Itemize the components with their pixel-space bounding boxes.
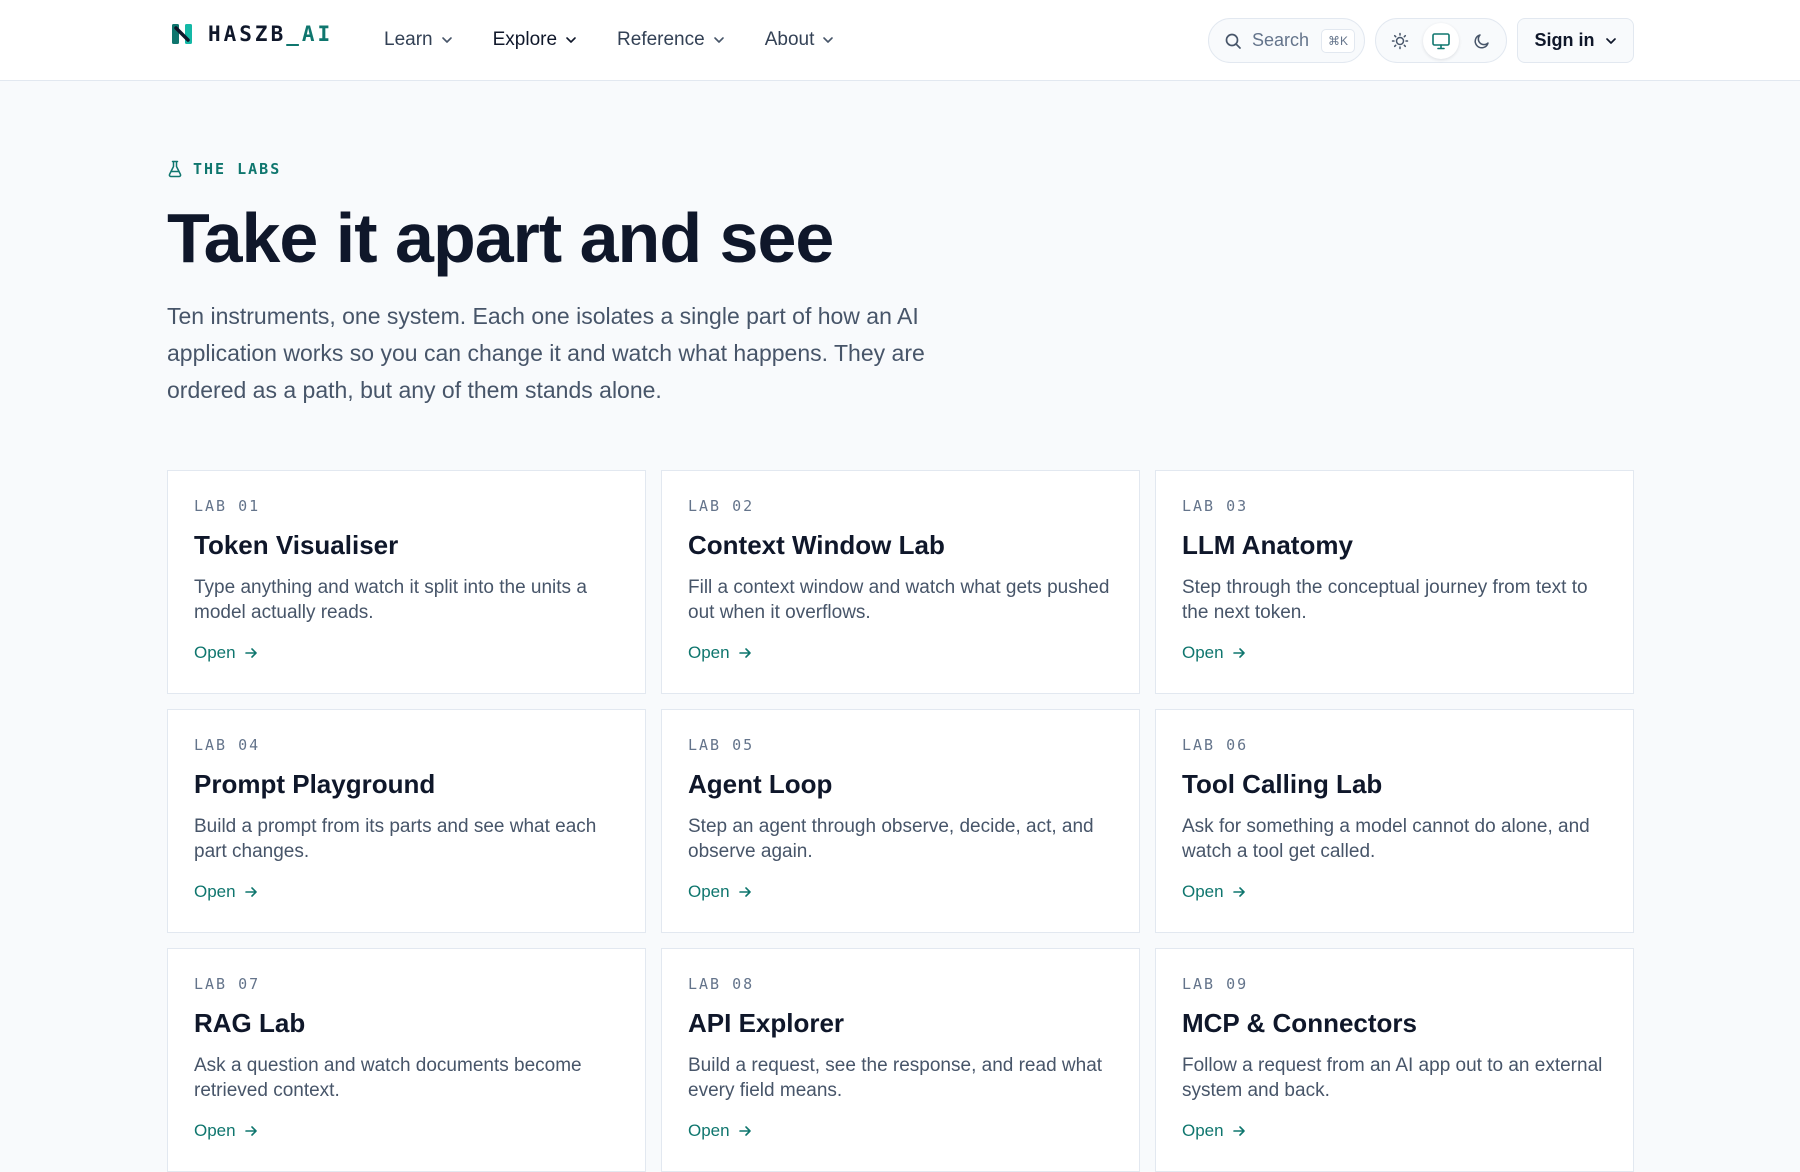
search-icon: [1225, 33, 1241, 49]
search-label: Search: [1252, 30, 1310, 50]
lab-description: Type anything and watch it split into th…: [194, 577, 587, 623]
lab-title: Token Visualiser: [194, 530, 399, 560]
lab-card[interactable]: LAB 05 Agent Loop Step an agent through …: [661, 709, 1140, 933]
lab-card[interactable]: LAB 02 Context Window Lab Fill a context…: [661, 470, 1140, 694]
lab-open-link[interactable]: Open: [1182, 1121, 1246, 1141]
lab-card[interactable]: LAB 03 LLM Anatomy Step through the conc…: [1155, 470, 1634, 694]
page-title: Take it apart and see: [167, 199, 834, 277]
chevron-down-icon: [1605, 37, 1616, 44]
lab-card[interactable]: LAB 01 Token Visualiser Type anything an…: [167, 470, 646, 694]
lab-description: Fill a context window and watch what get…: [688, 577, 1110, 623]
lab-card[interactable]: LAB 09 MCP & Connectors Follow a request…: [1155, 948, 1634, 1172]
lab-number: LAB 02: [688, 497, 755, 515]
lab-card[interactable]: LAB 08 API Explorer Build a request, see…: [661, 948, 1140, 1172]
lab-number: LAB 07: [194, 975, 261, 993]
lab-title: Tool Calling Lab: [1182, 769, 1383, 799]
nav-explore[interactable]: Explore: [493, 29, 577, 51]
lab-description: Build a prompt from its parts and see wh…: [194, 816, 597, 862]
theme-system-button[interactable]: [1422, 22, 1459, 59]
arrow-right-icon: [1232, 1126, 1245, 1136]
lab-open-link[interactable]: Open: [194, 1121, 258, 1141]
lab-card[interactable]: LAB 07 RAG Lab Ask a question and watch …: [167, 948, 646, 1172]
lab-title: LLM Anatomy: [1182, 530, 1353, 560]
lab-open-link[interactable]: Open: [1182, 643, 1246, 663]
chevron-down-icon: [713, 37, 724, 43]
search-shortcut: ⌘K: [1321, 28, 1356, 53]
lab-open-link[interactable]: Open: [688, 1121, 752, 1141]
lab-title: Agent Loop: [688, 769, 833, 799]
lab-card[interactable]: LAB 04 Prompt Playground Build a prompt …: [167, 709, 646, 933]
lab-open-link[interactable]: Open: [688, 882, 752, 902]
lab-description: Step an agent through observe, decide, a…: [688, 816, 1094, 862]
theme-switcher: [1375, 18, 1507, 63]
logo-text: HASZB_AI: [208, 22, 334, 46]
chevron-down-icon: [441, 37, 452, 43]
lab-title: API Explorer: [688, 1008, 845, 1038]
arrow-right-icon: [1232, 648, 1245, 658]
lab-number: LAB 06: [1182, 736, 1249, 754]
lab-number: LAB 04: [194, 736, 261, 754]
lab-card[interactable]: LAB 06 Tool Calling Lab Ask for somethin…: [1155, 709, 1634, 933]
chevron-down-icon: [566, 37, 576, 43]
logo-mark-icon: [172, 24, 192, 44]
lab-title: MCP & Connectors: [1182, 1008, 1417, 1038]
lab-open-link[interactable]: Open: [688, 643, 752, 663]
arrow-right-icon: [244, 1126, 257, 1136]
theme-dark-button[interactable]: [1464, 23, 1500, 59]
nav-about[interactable]: About: [765, 29, 835, 51]
lab-number: LAB 01: [194, 497, 261, 515]
dark-mode-icon: [1474, 33, 1489, 49]
lab-number: LAB 05: [688, 736, 755, 754]
lab-open-link[interactable]: Open: [194, 643, 258, 663]
arrow-right-icon: [738, 1126, 751, 1136]
arrow-right-icon: [738, 887, 751, 897]
system-mode-icon: [1432, 32, 1450, 49]
lab-number: LAB 03: [1182, 497, 1249, 515]
arrow-right-icon: [244, 887, 257, 897]
page-description: Ten instruments, one system. Each one is…: [167, 303, 925, 403]
lab-description: Build a request, see the response, and r…: [688, 1055, 1103, 1101]
arrow-right-icon: [244, 648, 257, 658]
sign-in-button[interactable]: Sign in: [1517, 18, 1634, 63]
site-header: HASZB_AI Learn Explore Reference About S…: [0, 0, 1800, 81]
light-mode-icon: [1392, 32, 1409, 49]
lab-title: Prompt Playground: [194, 769, 436, 799]
logo[interactable]: HASZB_AI: [170, 22, 333, 46]
arrow-right-icon: [1232, 887, 1245, 897]
lab-description: Step through the conceptual journey from…: [1182, 577, 1588, 623]
lab-open-link[interactable]: Open: [1182, 882, 1246, 902]
lab-number: LAB 08: [688, 975, 755, 993]
search-button[interactable]: Search ⌘K: [1208, 18, 1365, 63]
main-nav: Learn Explore Reference About: [384, 0, 874, 80]
nav-learn[interactable]: Learn: [384, 29, 453, 51]
lab-open-link[interactable]: Open: [194, 882, 258, 902]
lab-description: Follow a request from an AI app out to a…: [1182, 1055, 1603, 1101]
flask-icon: [168, 160, 182, 178]
lab-title: RAG Lab: [194, 1008, 306, 1038]
arrow-right-icon: [738, 648, 751, 658]
chevron-down-icon: [823, 37, 834, 43]
nav-reference[interactable]: Reference: [617, 29, 725, 51]
section-eyebrow: THE LABS: [167, 160, 281, 178]
theme-light-button[interactable]: [1382, 23, 1418, 59]
lab-description: Ask a question and watch documents becom…: [194, 1055, 582, 1101]
lab-title: Context Window Lab: [688, 530, 945, 560]
lab-number: LAB 09: [1182, 975, 1249, 993]
lab-description: Ask for something a model cannot do alon…: [1182, 816, 1590, 862]
